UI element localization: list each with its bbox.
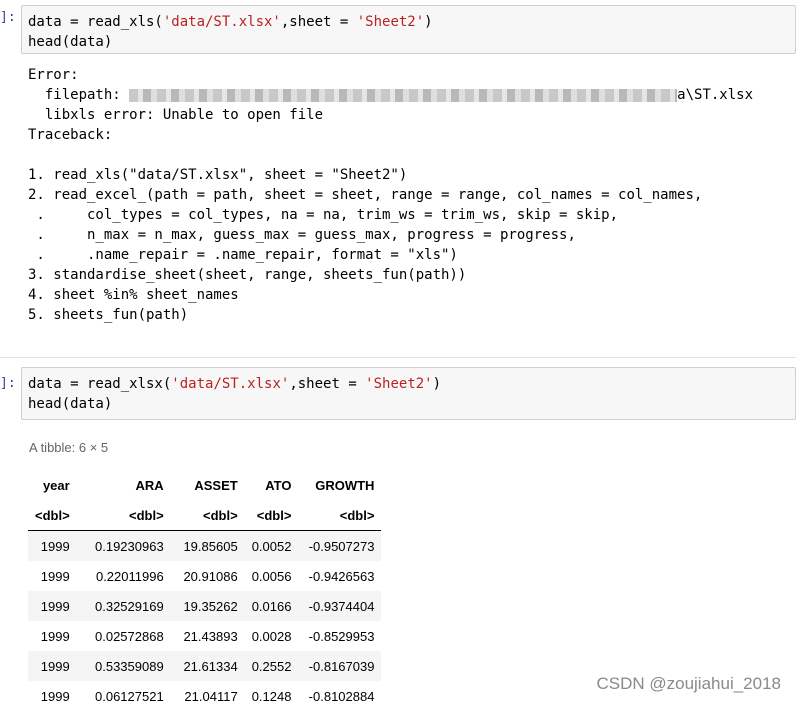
table-cell: 0.0028 [251,628,292,644]
table-cell: 0.06127521 [95,688,164,704]
traceback-line-1: 1. read_xls("data/ST.xlsx", sheet = "She… [28,167,408,183]
table-cell: -0.8167039 [308,658,375,674]
table-cell: 19.35262 [183,598,238,614]
code-text: ) [432,376,442,392]
traceback-line-2-cont: . n_max = n_max, guess_max = guess_max, … [28,227,576,243]
cell-divider [0,357,796,358]
column-type: <dbl> [28,501,77,531]
column-type: <dbl> [76,501,171,531]
table-cell: 0.53359089 [95,658,164,674]
table-cell: -0.9374404 [308,598,375,614]
table-cell: -0.8102884 [308,688,375,704]
table-row: 1999 0.02572868 21.43893 0.0028 -0.8529953 [28,621,381,651]
error-heading: Error: [28,67,79,83]
table-cell: 1999 [40,658,70,674]
code-string: 'Sheet2' [356,14,425,30]
table-cell: 1999 [40,538,70,554]
table-cell: 1999 [40,598,70,614]
tibble-table: year ARA ASSET ATO GROWTH <dbl> <dbl> <d… [28,469,382,711]
column-header: year [42,477,70,493]
table-cell: -0.9426563 [308,568,375,584]
cell2-prompt: ]: [0,376,16,391]
table-header-row: year ARA ASSET ATO GROWTH [28,469,381,501]
tibble-caption: A tibble: 6 × 5 [29,440,109,455]
column-header: ATO [265,477,292,493]
table-cell: 0.0052 [251,538,292,554]
table-cell: 0.0056 [251,568,292,584]
libxls-error-line: libxls error: Unable to open file [28,107,324,123]
table-row: 1999 0.53359089 21.61334 0.2552 -0.8167039 [28,651,382,681]
traceback-line-5: 5. sheets_fun(path) [28,307,189,323]
table-cell: -0.8529953 [308,628,375,644]
code-string: 'data/ST.xlsx' [162,14,281,30]
table-cell: 21.43893 [183,628,238,644]
traceback-line-3: 3. standardise_sheet(sheet, range, sheet… [28,267,467,283]
cell1-error-output: Error: filepath: a\ST.xlsx libxls error:… [28,65,796,325]
cell2-code-line-2: head(data) [28,396,113,412]
table-type-row: <dbl> <dbl> <dbl> <dbl> <dbl> [28,501,382,531]
table-cell: 0.02572868 [95,628,164,644]
code-text: data = read_xlsx( [28,376,172,392]
cell2-code-input[interactable]: data = read_xlsx('data/ST.xlsx',sheet = … [21,367,796,420]
column-type: <dbl> [298,501,382,531]
table-cell: 21.61334 [183,658,238,674]
table-cell: 1999 [40,688,70,704]
table-cell: 0.1248 [251,688,292,704]
watermark: CSDN @zoujiahui_2018 [596,674,781,693]
traceback-line-2-cont: . col_types = col_types, na = na, trim_w… [28,207,619,223]
table-cell: 21.04117 [184,688,238,704]
code-text: ,sheet = [289,376,366,392]
filepath-line: filepath: a\ST.xlsx [28,85,796,105]
cell1-code-line-2: head(data) [28,34,113,50]
table-cell: 19.85605 [183,538,238,554]
table-cell: 0.22011996 [95,568,164,584]
table-row: 1999 0.19230963 19.85605 0.0052 -0.9507273 [28,530,382,561]
cell1-code-line-1: data = read_xls('data/ST.xlsx',sheet = '… [28,12,789,32]
table-cell: 20.91086 [183,568,238,584]
code-text: ,sheet = [280,14,357,30]
table-cell: 1999 [40,568,70,584]
table-cell: 0.2552 [251,658,292,674]
traceback-line-2: 2. read_excel_(path = path, sheet = shee… [28,187,703,203]
column-header: GROWTH [315,477,375,493]
redacted-path [129,88,678,102]
filepath-label: filepath: [28,87,130,103]
column-type: <dbl> [244,501,299,531]
code-text: data = read_xls( [28,14,163,30]
filepath-tail: a\ST.xlsx [677,87,754,103]
table-cell: 1999 [40,628,70,644]
code-text: ) [424,14,433,30]
code-string: 'Sheet2' [365,376,433,392]
table-cell: -0.9507273 [308,538,375,554]
cell1-code-input[interactable]: data = read_xls('data/ST.xlsx',sheet = '… [21,5,796,54]
traceback-line-2-cont: . .name_repair = .name_repair, format = … [28,247,458,263]
column-header: ASSET [194,477,238,493]
traceback-heading: Traceback: [28,127,113,143]
table-cell: 0.19230963 [95,538,164,554]
table-row: 1999 0.06127521 21.04117 0.1248 -0.8102884 [28,681,381,711]
cell2-code-line-1: data = read_xlsx('data/ST.xlsx',sheet = … [28,374,789,394]
table-row: 1999 0.32529169 19.35262 0.0166 -0.9374404 [28,591,382,621]
table-cell: 0.32529169 [95,598,164,614]
column-type: <dbl> [170,501,245,531]
table-row: 1999 0.22011996 20.91086 0.0056 -0.9426563 [28,561,381,591]
column-header: ARA [135,477,164,493]
traceback-line-4: 4. sheet %in% sheet_names [28,287,239,303]
cell1-prompt: ]: [0,10,16,25]
table-cell: 0.0166 [251,598,292,614]
code-string: 'data/ST.xlsx' [171,376,290,392]
